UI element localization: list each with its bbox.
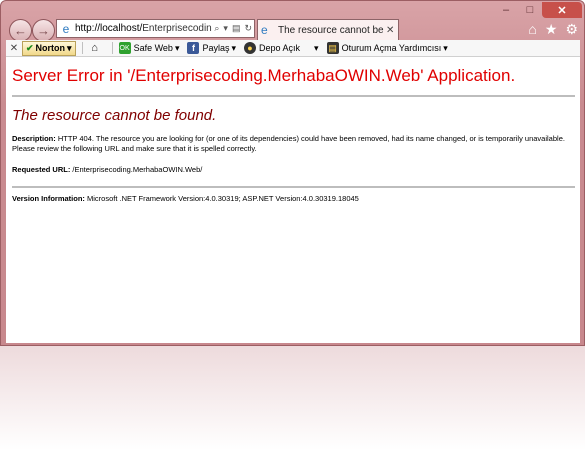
home-icon: ⌂ xyxy=(91,42,98,54)
requested-url-value: /Enterprisecoding.MerhabaOWIN.Web/ xyxy=(70,165,203,174)
norton-toolbar: ✕ ✔ Norton ▾ ⌂ OK Safe Web ▾ f Paylaş ▾ … xyxy=(6,40,580,57)
forward-button[interactable]: → xyxy=(32,19,55,42)
browser-window: – □ ✕ ← → e http://localhost/Enterprisec… xyxy=(0,0,585,346)
title-divider xyxy=(12,95,575,97)
window-reflection xyxy=(0,346,585,462)
window-controls: – □ ✕ xyxy=(494,2,582,18)
description-paragraph: Description: HTTP 404. The resource you … xyxy=(12,134,572,154)
login-assistant-icon: ▤ xyxy=(326,42,339,54)
version-value: Microsoft .NET Framework Version:4.0.303… xyxy=(84,194,359,203)
compatibility-icon[interactable]: ▤ xyxy=(230,23,243,34)
ie-tab-icon: e xyxy=(261,23,268,37)
chevron-down-icon: ▾ xyxy=(67,42,72,53)
home-toolbar-button[interactable]: ⌂ xyxy=(89,42,104,54)
back-button[interactable]: ← xyxy=(9,19,32,42)
chevron-down-icon: ▾ xyxy=(231,42,237,53)
gear-icon[interactable]: ⚙ xyxy=(565,21,578,38)
vault-button[interactable]: ● Depo Açık ▾ xyxy=(244,42,319,54)
tab-resource-not-found[interactable]: e The resource cannot be fou... ✕ xyxy=(257,19,399,40)
safe-web-button[interactable]: OK Safe Web ▾ xyxy=(118,42,180,54)
toolbar-close-button[interactable]: ✕ xyxy=(6,43,22,54)
address-url[interactable]: http://localhost/Enterprisecoding.Me xyxy=(75,23,212,34)
description-text: HTTP 404. The resource you are looking f… xyxy=(12,134,565,153)
page-title: Server Error in '/Enterprisecoding.Merha… xyxy=(12,66,516,85)
close-window-button[interactable]: ✕ xyxy=(542,2,582,18)
requested-url-label: Requested URL: xyxy=(12,165,71,174)
page-content: Server Error in '/Enterprisecoding.Merha… xyxy=(6,57,580,343)
safe-web-ok-icon: OK xyxy=(118,42,131,54)
home-icon[interactable]: ⌂ xyxy=(528,21,536,38)
norton-button[interactable]: ✔ Norton ▾ xyxy=(22,40,76,56)
toolbar-divider xyxy=(81,42,83,54)
toolbar-divider xyxy=(111,42,113,54)
chevron-down-icon: ▾ xyxy=(314,42,319,53)
version-divider xyxy=(12,186,575,188)
login-assistant-button[interactable]: ▤ Oturum Açma Yardımcısı ▾ xyxy=(326,42,448,54)
share-button[interactable]: f Paylaş ▾ xyxy=(187,42,236,54)
vault-icon: ● xyxy=(244,42,257,54)
minimize-button[interactable]: – xyxy=(494,2,518,18)
facebook-icon: f xyxy=(187,42,200,54)
refresh-icon[interactable]: ↻ xyxy=(242,23,254,34)
browser-right-icons: ⌂ ★ ⚙ xyxy=(528,21,578,38)
chevron-down-icon: ▾ xyxy=(174,42,180,53)
forward-arrow-icon: → xyxy=(37,23,50,38)
error-subtitle: The resource cannot be found. xyxy=(12,107,217,124)
norton-check-icon: ✔ xyxy=(26,42,34,53)
version-paragraph: Version Information: Microsoft .NET Fram… xyxy=(12,194,572,204)
search-icon[interactable]: ⌕ xyxy=(212,23,221,34)
ie-page-icon: e xyxy=(62,21,70,36)
star-icon[interactable]: ★ xyxy=(545,21,558,38)
back-arrow-icon: ← xyxy=(14,23,27,38)
tab-title: The resource cannot be fou... xyxy=(278,24,386,36)
address-bar[interactable]: e http://localhost/Enterprisecoding.Me ⌕… xyxy=(56,19,255,38)
dropdown-icon[interactable]: ▾ xyxy=(221,23,230,34)
version-label: Version Information: xyxy=(12,194,85,203)
maximize-button[interactable]: □ xyxy=(518,2,542,18)
tab-close-icon[interactable]: ✕ xyxy=(386,25,398,36)
description-label: Description: xyxy=(12,134,56,143)
chevron-down-icon: ▾ xyxy=(443,42,448,53)
requested-url-paragraph: Requested URL: /Enterprisecoding.Merhaba… xyxy=(12,165,572,175)
